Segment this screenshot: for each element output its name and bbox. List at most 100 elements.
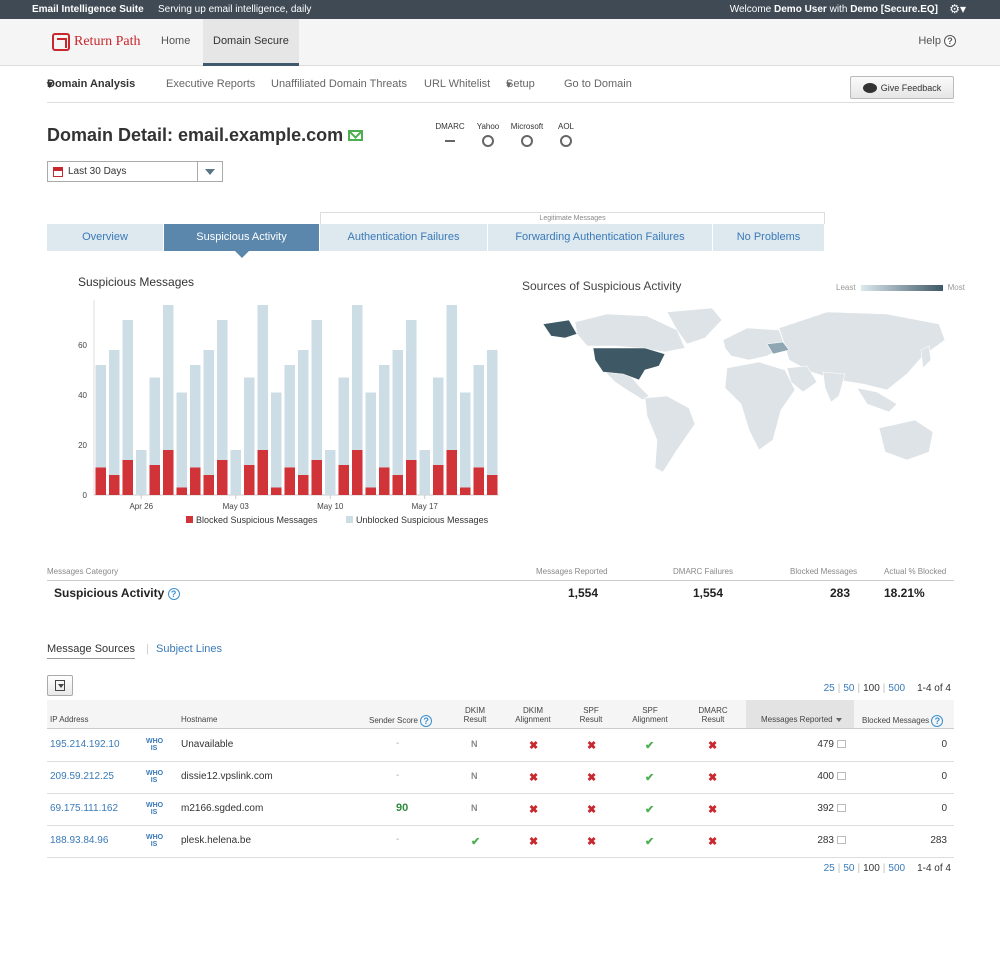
subnav-url-whitelist[interactable]: URL Whitelist	[424, 78, 490, 90]
details-icon[interactable]	[837, 836, 846, 845]
tab-message-sources[interactable]: Message Sources	[47, 643, 136, 659]
bar-blocked	[432, 465, 444, 495]
messages-reported: 283	[817, 835, 846, 846]
page-size-50[interactable]: 50	[840, 683, 857, 694]
dkim-result: N	[471, 739, 478, 749]
map-australia[interactable]	[878, 419, 934, 461]
bar-unblocked	[432, 377, 444, 465]
bar-unblocked	[122, 320, 134, 460]
details-icon[interactable]	[837, 772, 846, 781]
col-ip-address[interactable]: IP Address	[50, 715, 89, 724]
whois-icon[interactable]: WHO IS	[146, 770, 163, 784]
provider-yahoo: Yahoo	[468, 122, 508, 147]
export-button[interactable]	[47, 675, 73, 696]
col-spf-result[interactable]: SPF Result	[574, 706, 608, 724]
x-tick-label: May 17	[412, 502, 439, 511]
col-sender-score[interactable]: Sender Score ?	[369, 715, 433, 727]
summary-blocked: 283	[830, 586, 851, 600]
col-blocked-messages[interactable]: Blocked Messages ?	[862, 715, 944, 727]
dkim-alignment: ✖	[529, 740, 539, 752]
col-dkim-alignment[interactable]: DKIM Alignment	[511, 706, 555, 724]
map-india[interactable]	[822, 371, 846, 403]
bar-unblocked	[459, 392, 471, 488]
dropdown-arrow-icon[interactable]	[197, 162, 222, 181]
map-south-america[interactable]	[644, 395, 696, 473]
help-icon[interactable]: ?	[420, 715, 433, 727]
col-hostname[interactable]: Hostname	[181, 715, 217, 724]
bar-unblocked	[95, 365, 107, 468]
give-feedback-button[interactable]: Give Feedback	[850, 76, 954, 99]
page-size-50[interactable]: 50	[840, 863, 857, 874]
bar-unblocked	[216, 320, 228, 460]
map-japan[interactable]	[920, 345, 932, 369]
bar-blocked	[405, 460, 417, 495]
bar-blocked	[176, 487, 188, 495]
world-map[interactable]	[527, 300, 959, 478]
col-dmarc-result[interactable]: DMARC Result	[693, 706, 733, 724]
tab-subject-lines[interactable]: Subject Lines	[156, 643, 222, 655]
map-united-states[interactable]	[592, 347, 666, 381]
bar-blocked	[122, 460, 134, 495]
page-size-25[interactable]: 25	[821, 683, 838, 694]
circle-icon	[482, 135, 494, 147]
whois-icon[interactable]: WHO IS	[146, 738, 163, 752]
nav-tab-domain-secure[interactable]: Domain Secure	[203, 19, 299, 66]
dmarc-result: ✖	[708, 804, 718, 816]
page-count: 1-4 of 4	[917, 863, 951, 874]
map-canada[interactable]	[574, 313, 686, 353]
col-spf-alignment[interactable]: SPF Alignment	[628, 706, 672, 724]
ip-link[interactable]: 195.214.192.10	[50, 739, 120, 750]
subnav-domain-analysis[interactable]: Domain Analysis ▾	[47, 78, 135, 91]
date-range-select[interactable]: Last 30 Days	[47, 161, 223, 182]
bar-unblocked	[189, 365, 201, 468]
ip-link[interactable]: 209.59.212.25	[50, 771, 114, 782]
tab-suspicious-activity[interactable]: Suspicious Activity	[164, 224, 320, 258]
help-icon[interactable]: ?	[167, 587, 180, 600]
map-central-america[interactable]	[604, 371, 650, 401]
bar-unblocked	[230, 450, 242, 495]
map-title: Sources of Suspicious Activity	[522, 279, 682, 293]
map-southeast-asia[interactable]	[856, 387, 898, 413]
help-link[interactable]: Help ?	[918, 35, 956, 48]
verified-envelope-icon	[348, 130, 364, 141]
sender-score: 90	[396, 802, 409, 814]
suite-tagline: Serving up email intelligence, daily	[158, 4, 312, 15]
page-size-500[interactable]: 500	[885, 683, 908, 694]
provider-microsoft: Microsoft	[507, 122, 547, 147]
page-size-500[interactable]: 500	[885, 863, 908, 874]
tab-overview[interactable]: Overview	[47, 224, 164, 251]
subnav-go-to-domain[interactable]: Go to Domain	[564, 78, 632, 90]
pager-top: 25 | 50 | 100 | 500 1-4 of 4	[821, 683, 954, 694]
sort-desc-icon	[835, 718, 842, 722]
tab-no-problems[interactable]: No Problems	[713, 224, 825, 251]
blocked-messages: 283	[930, 835, 947, 846]
bar-blocked	[311, 460, 323, 495]
tab-authentication-failures[interactable]: Authentication Failures	[320, 224, 488, 251]
ip-link[interactable]: 188.93.84.96	[50, 835, 108, 846]
dkim-result: N	[471, 771, 478, 781]
details-icon[interactable]	[837, 804, 846, 813]
spf-result: ✖	[587, 772, 597, 784]
col-messages-reported[interactable]: Messages Reported	[761, 715, 842, 724]
whois-icon[interactable]: WHO IS	[146, 834, 163, 848]
subnav-executive-reports[interactable]: Executive Reports	[166, 78, 255, 90]
subnav-unaffiliated-domain-threats[interactable]: Unaffiliated Domain Threats	[271, 78, 407, 90]
page-size-25[interactable]: 25	[821, 863, 838, 874]
map-alaska[interactable]	[542, 319, 578, 339]
map-africa[interactable]	[724, 361, 796, 451]
summary-pct-blocked: 18.21%	[884, 586, 925, 600]
whois-icon[interactable]: WHO IS	[146, 802, 163, 816]
tab-forwarding-authentication-failures[interactable]: Forwarding Authentication Failures	[488, 224, 713, 251]
bar-blocked	[351, 450, 363, 495]
col-dkim-result[interactable]: DKIM Result	[458, 706, 492, 724]
bar-unblocked	[135, 450, 147, 495]
nav-tab-home[interactable]: Home	[151, 19, 200, 66]
gear-icon[interactable]: ⚙▾	[949, 2, 966, 16]
return-path-logo[interactable]: Return Path	[52, 33, 141, 51]
x-tick-label: May 10	[317, 502, 344, 511]
subnav-setup[interactable]: Setup ▾	[506, 78, 535, 91]
help-icon[interactable]: ?	[931, 715, 944, 727]
ip-link[interactable]: 69.175.111.162	[50, 803, 118, 814]
details-icon[interactable]	[837, 740, 846, 749]
bar-unblocked	[284, 365, 296, 468]
